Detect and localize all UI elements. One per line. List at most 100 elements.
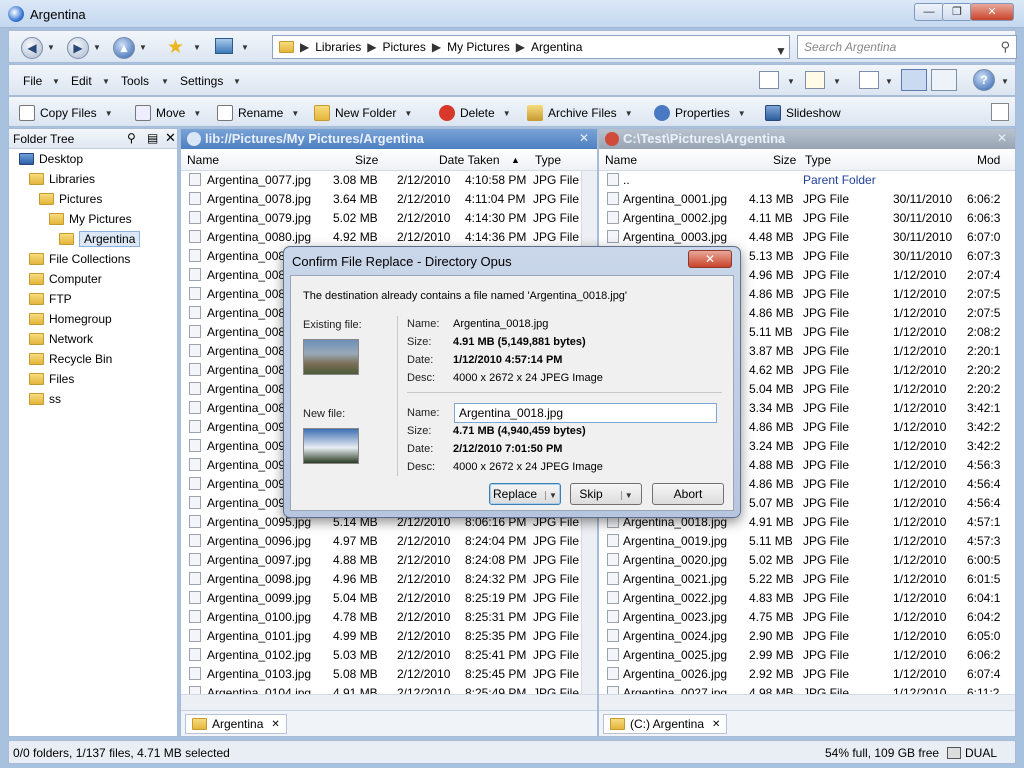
edit-icon[interactable]: [805, 71, 825, 89]
chevron-down-icon[interactable]: ▼: [233, 77, 241, 86]
column-size[interactable]: Size: [773, 153, 796, 167]
close-button[interactable]: ✕: [970, 3, 1014, 21]
file-row[interactable]: Argentina_0020.jpg 5.02 MB JPG File 1/12/20…: [599, 551, 1015, 570]
chevron-down-icon[interactable]: ▼: [620, 491, 633, 500]
file-row[interactable]: Argentina_0022.jpg 4.83 MB JPG File 1/12/20…: [599, 589, 1015, 608]
file-row[interactable]: Argentina_0078.jpg 3.64 MB 2/12/2010 4:11:0…: [181, 190, 597, 209]
chevron-down-icon[interactable]: ▼: [161, 77, 169, 86]
file-row[interactable]: Argentina_0103.jpg 5.08 MB 2/12/2010 8:25:4…: [181, 665, 597, 684]
menu-file[interactable]: File: [23, 74, 42, 88]
view-mode-icon[interactable]: [759, 71, 779, 89]
column-type[interactable]: Type: [535, 153, 561, 167]
file-row[interactable]: Argentina_0026.jpg 2.92 MB JPG File 1/12/20…: [599, 665, 1015, 684]
dialog-close-button[interactable]: ✕: [688, 250, 732, 268]
help-icon[interactable]: ?: [973, 69, 995, 91]
right-pane-header[interactable]: C:\Test\Pictures\Argentina ✕: [599, 129, 1015, 149]
chevron-down-icon[interactable]: ▼: [52, 77, 60, 86]
tree-node[interactable]: Desktop: [9, 149, 177, 169]
right-horizontal-scrollbar[interactable]: [599, 694, 1015, 710]
file-row[interactable]: Argentina_0023.jpg 4.75 MB JPG File 1/12/20…: [599, 608, 1015, 627]
file-row[interactable]: Argentina_0097.jpg 4.88 MB 2/12/2010 8:24:0…: [181, 551, 597, 570]
chevron-down-icon[interactable]: ▼: [291, 109, 299, 118]
file-row[interactable]: Argentina_0002.jpg 4.11 MB JPG File 30/11/2…: [599, 209, 1015, 228]
minimize-button[interactable]: —: [914, 3, 944, 21]
file-row[interactable]: Argentina_0025.jpg 2.99 MB JPG File 1/12/20…: [599, 646, 1015, 665]
file-row[interactable]: Argentina_0019.jpg 5.11 MB JPG File 1/12/20…: [599, 532, 1015, 551]
file-row[interactable]: Argentina_0096.jpg 4.97 MB 2/12/2010 8:24:0…: [181, 532, 597, 551]
back-dropdown-icon[interactable]: ▼: [47, 43, 55, 52]
search-input[interactable]: Search Argentina ⚲: [797, 35, 1017, 59]
chevron-down-icon[interactable]: ▼: [102, 77, 110, 86]
layout-icon[interactable]: [859, 71, 879, 89]
breadcrumb-pictures[interactable]: Pictures: [383, 40, 426, 54]
maximize-button[interactable]: ❐: [942, 3, 972, 21]
search-icon[interactable]: ⚲: [127, 131, 136, 145]
left-folder-tab[interactable]: Argentina ✕: [185, 714, 287, 734]
file-row[interactable]: Argentina_0021.jpg 5.22 MB JPG File 1/12/20…: [599, 570, 1015, 589]
search-icon[interactable]: ⚲: [1000, 39, 1010, 55]
tree-node[interactable]: Recycle Bin: [9, 349, 177, 369]
column-modified[interactable]: Mod: [977, 153, 1000, 167]
rename-button[interactable]: Rename ▼: [217, 103, 299, 123]
menu-settings[interactable]: Settings: [180, 74, 223, 88]
column-date-taken[interactable]: Date Taken: [439, 153, 500, 167]
favorites-dropdown-icon[interactable]: ▼: [193, 43, 201, 52]
viewer-pane-icon[interactable]: [931, 69, 957, 91]
tree-node[interactable]: Files: [9, 369, 177, 389]
file-row[interactable]: Argentina_0098.jpg 4.96 MB 2/12/2010 8:24:3…: [181, 570, 597, 589]
up-dropdown-icon[interactable]: ▼: [139, 43, 147, 52]
breadcrumb-my-pictures[interactable]: My Pictures: [447, 40, 510, 54]
up-icon[interactable]: ▲: [113, 37, 135, 59]
computer-icon[interactable]: [215, 38, 233, 54]
tab-close-icon[interactable]: ✕: [271, 719, 279, 730]
chevron-down-icon[interactable]: ▼: [105, 109, 113, 118]
file-row[interactable]: Argentina_0003.jpg 4.48 MB JPG File 30/11/2…: [599, 228, 1015, 247]
archive-files-button[interactable]: Archive Files ▼: [527, 103, 633, 123]
chevron-down-icon[interactable]: ▼: [787, 77, 795, 86]
tree-node[interactable]: FTP: [9, 289, 177, 309]
column-name[interactable]: Name: [187, 153, 219, 167]
chevron-down-icon[interactable]: ▼: [833, 77, 841, 86]
file-row[interactable]: Argentina_0100.jpg 4.78 MB 2/12/2010 8:25:3…: [181, 608, 597, 627]
chevron-down-icon[interactable]: ▼: [1001, 77, 1009, 86]
breadcrumb-dropdown-icon[interactable]: ▼: [775, 44, 787, 58]
slideshow-button[interactable]: Slideshow: [765, 103, 841, 123]
breadcrumb-libraries[interactable]: Libraries: [315, 40, 361, 54]
file-row[interactable]: Argentina_0079.jpg 5.02 MB 2/12/2010 4:14:3…: [181, 209, 597, 228]
left-pane-header[interactable]: lib://Pictures/My Pictures/Argentina ✕: [181, 129, 597, 149]
chevron-down-icon[interactable]: ▼: [193, 109, 201, 118]
left-horizontal-scrollbar[interactable]: [181, 694, 597, 710]
tree-node[interactable]: My Pictures: [9, 209, 177, 229]
column-type[interactable]: Type: [805, 153, 831, 167]
copy-files-button[interactable]: Copy Files ▼: [19, 103, 113, 123]
pane-close-icon[interactable]: ✕: [579, 131, 589, 145]
abort-button[interactable]: Abort: [652, 483, 724, 505]
customize-toolbar-icon[interactable]: [991, 103, 1009, 121]
move-button[interactable]: Move ▼: [135, 103, 201, 123]
chevron-down-icon[interactable]: ▼: [738, 109, 746, 118]
breadcrumb[interactable]: ▶ Libraries ▶ Pictures ▶ My Pictures ▶ A…: [272, 35, 790, 59]
file-row[interactable]: .. Parent Folder: [599, 171, 1015, 190]
file-row[interactable]: Argentina_0077.jpg 3.08 MB 2/12/2010 4:10:5…: [181, 171, 597, 190]
replace-button[interactable]: Replace ▼: [489, 483, 561, 505]
delete-button[interactable]: Delete ▼: [439, 103, 511, 123]
chevron-down-icon[interactable]: ▼: [545, 491, 557, 500]
properties-button[interactable]: Properties ▼: [654, 103, 746, 123]
close-icon[interactable]: ✕: [165, 130, 176, 146]
tree-node[interactable]: Libraries: [9, 169, 177, 189]
tree-node[interactable]: Pictures: [9, 189, 177, 209]
file-row[interactable]: Argentina_0101.jpg 4.99 MB 2/12/2010 8:25:3…: [181, 627, 597, 646]
computer-dropdown-icon[interactable]: ▼: [241, 43, 249, 52]
pane-close-icon[interactable]: ✕: [997, 131, 1007, 145]
file-row[interactable]: Argentina_0024.jpg 2.90 MB JPG File 1/12/20…: [599, 627, 1015, 646]
tree-node[interactable]: Argentina: [9, 229, 177, 249]
new-folder-button[interactable]: New Folder ▼: [314, 103, 412, 123]
dual-mode-label[interactable]: DUAL: [965, 746, 997, 760]
file-row[interactable]: Argentina_0001.jpg 4.13 MB JPG File 30/11/2…: [599, 190, 1015, 209]
skip-button[interactable]: Skip ▼: [570, 483, 642, 505]
tree-node[interactable]: Homegroup: [9, 309, 177, 329]
file-row[interactable]: Argentina_0099.jpg 5.04 MB 2/12/2010 8:25:1…: [181, 589, 597, 608]
tab-close-icon[interactable]: ✕: [712, 719, 720, 730]
back-icon[interactable]: ◀: [21, 37, 43, 59]
pin-icon[interactable]: ▤: [147, 131, 158, 145]
